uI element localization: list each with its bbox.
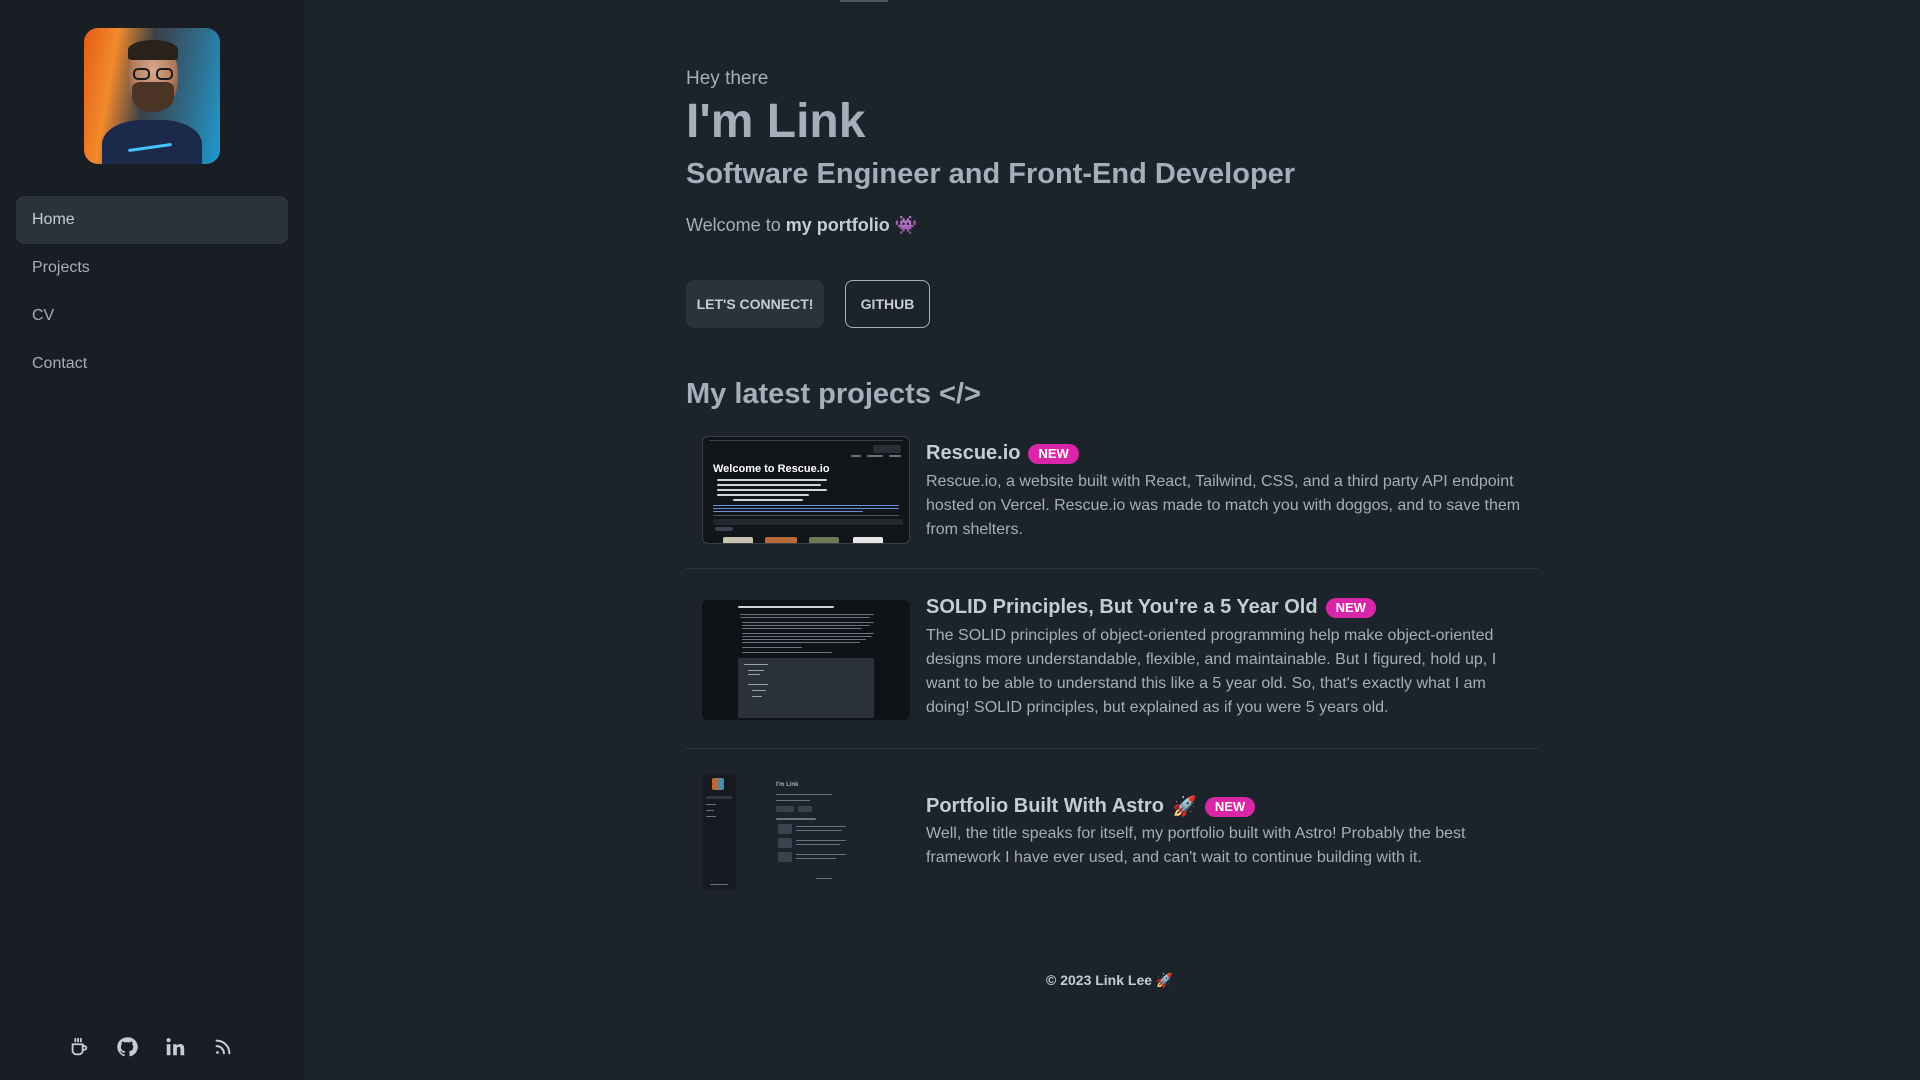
welcome-prefix: Welcome to: [686, 215, 786, 235]
sidebar-item-contact[interactable]: Contact: [16, 340, 288, 388]
new-badge: NEW: [1325, 597, 1376, 618]
hero-role: Software Engineer and Front-End Develope…: [686, 158, 1296, 190]
project-description: Well, the title speaks for itself, my po…: [926, 825, 1466, 866]
project-card-rescue[interactable]: Welcome to Rescue.io Rescue.io NEW Rescu…: [686, 434, 1538, 544]
project-title[interactable]: Rescue.io NEW: [926, 442, 1079, 465]
linkedin-icon[interactable]: [164, 1036, 186, 1058]
sidebar-item-cv[interactable]: CV: [16, 292, 288, 340]
sidebar-item-home[interactable]: Home: [16, 196, 288, 244]
project-card-solid[interactable]: SOLID Principles, But You're a 5 Year Ol…: [686, 594, 1538, 720]
project-title-text: Portfolio Built With Astro: [926, 795, 1164, 817]
hero-name: I'm Link: [686, 95, 866, 148]
new-badge: NEW: [1028, 443, 1079, 464]
top-divider: [840, 0, 888, 2]
hero-welcome: Welcome to my portfolio 👾: [686, 215, 917, 236]
github-button[interactable]: GITHUB: [845, 280, 930, 328]
project-title[interactable]: Portfolio Built With Astro 🚀 NEW: [926, 794, 1256, 819]
project-card-astro[interactable]: I'm Link Portfolio Built With Astro 🚀 NE…: [686, 770, 1538, 890]
thumb-heading: I'm Link: [776, 782, 799, 788]
github-icon[interactable]: [116, 1036, 138, 1058]
thumb-heading: Welcome to Rescue.io: [713, 463, 830, 475]
project-thumbnail: I'm Link: [702, 774, 910, 890]
footer-copyright: © 2023 Link Lee 🚀: [1046, 972, 1174, 988]
project-title-text: SOLID Principles, But You're a 5 Year Ol…: [926, 596, 1318, 618]
projects-heading: My latest projects </>: [686, 378, 981, 410]
new-badge: NEW: [1204, 796, 1256, 817]
coffee-icon[interactable]: [68, 1036, 90, 1058]
sidebar-nav: Home Projects CV Contact: [16, 196, 288, 388]
project-title-text: Rescue.io: [926, 442, 1021, 464]
divider: [686, 568, 1538, 569]
social-links: [68, 1036, 234, 1058]
sidebar-item-projects[interactable]: Projects: [16, 244, 288, 292]
project-description: The SOLID principles of object-oriented …: [926, 627, 1497, 716]
rss-icon[interactable]: [212, 1036, 234, 1058]
project-description: Rescue.io, a website built with React, T…: [926, 473, 1521, 538]
hero-greeting: Hey there: [686, 68, 769, 89]
rocket-icon: 🚀: [1171, 796, 1197, 818]
project-title[interactable]: SOLID Principles, But You're a 5 Year Ol…: [926, 596, 1376, 619]
avatar: [84, 28, 220, 164]
alien-icon: 👾: [894, 215, 918, 235]
sidebar: Home Projects CV Contact: [0, 0, 304, 1080]
project-thumbnail: Welcome to Rescue.io: [702, 436, 910, 544]
lets-connect-button[interactable]: LET'S CONNECT!: [686, 280, 824, 328]
project-thumbnail: [702, 600, 910, 720]
welcome-bold: my portfolio: [785, 215, 890, 235]
divider: [686, 748, 1538, 749]
